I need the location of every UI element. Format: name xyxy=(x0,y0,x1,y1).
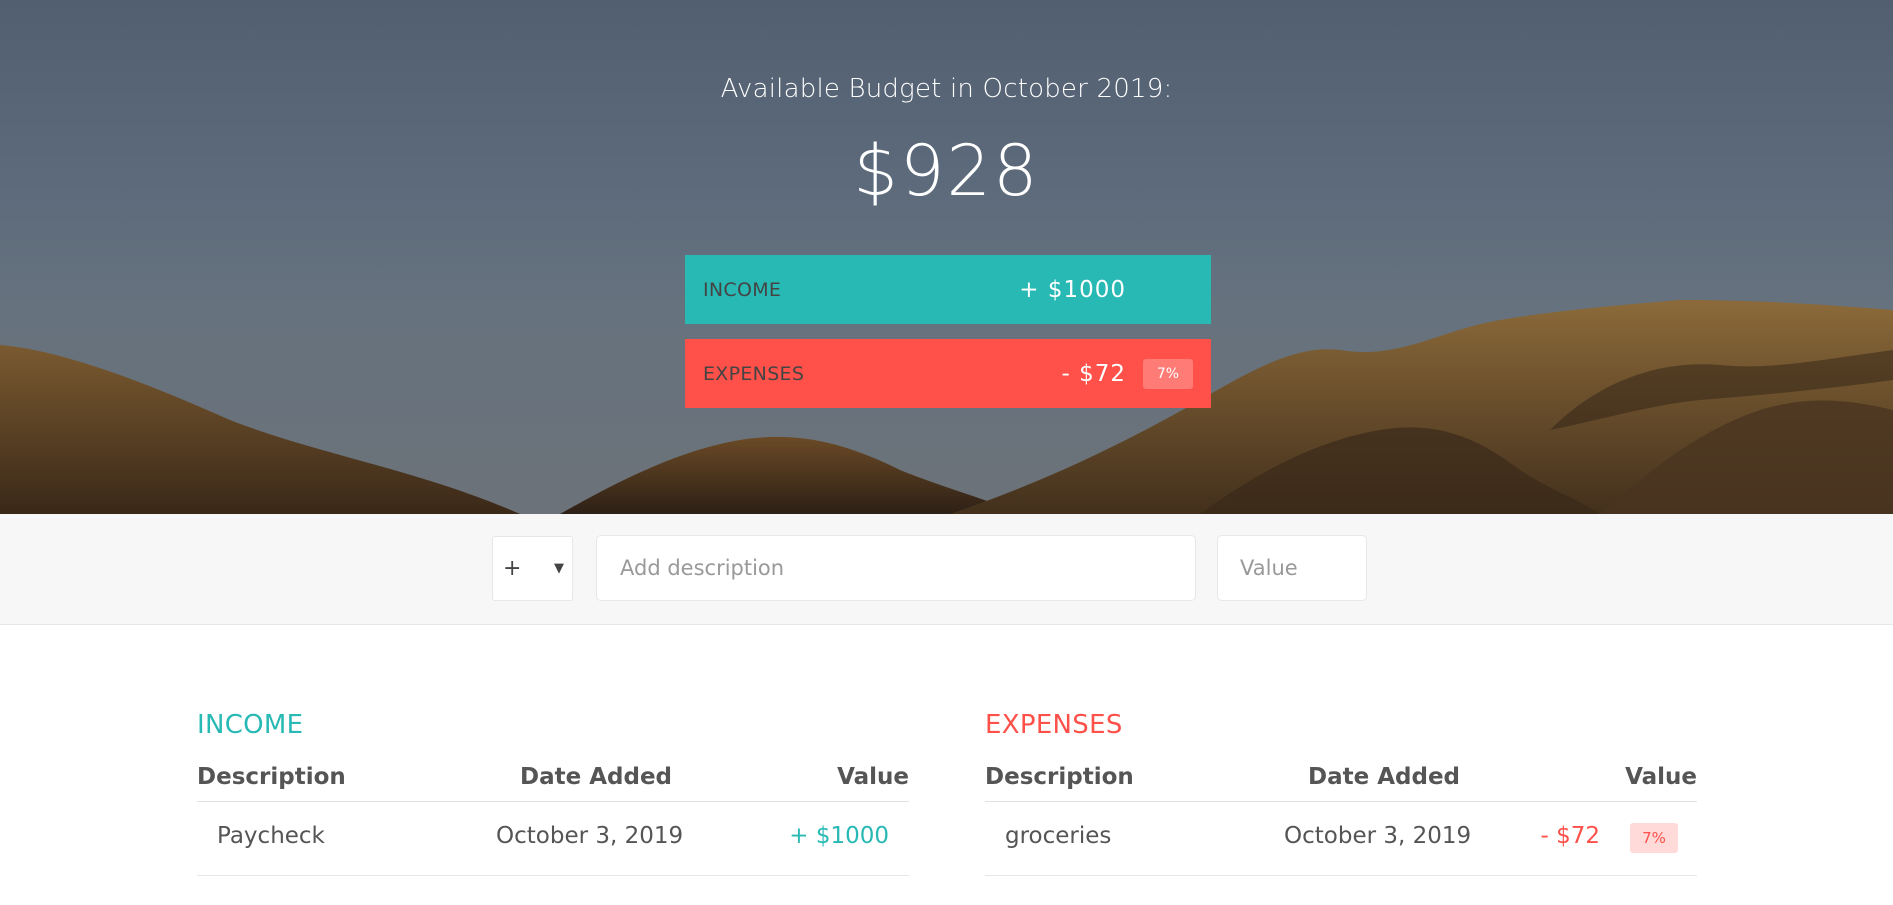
expenses-list: Expenses Description Date Added Value gr… xyxy=(985,710,1697,876)
expense-row-date: October 3, 2019 xyxy=(1284,823,1472,849)
income-row-value: + $1000 xyxy=(789,823,889,849)
income-list: Income Description Date Added Value Payc… xyxy=(197,710,909,876)
income-header-description: Description xyxy=(197,764,346,790)
budget-title: Available Budget in October 2019: xyxy=(720,74,1173,104)
expense-row-percentage-badge: 7% xyxy=(1630,823,1678,853)
income-list-header: Description Date Added Value xyxy=(197,758,909,802)
expenses-summary-value: - $72 xyxy=(1061,360,1126,387)
expenses-summary-label: Expenses xyxy=(703,362,805,385)
description-input[interactable]: Add description xyxy=(596,535,1196,601)
value-input[interactable]: Value xyxy=(1217,535,1367,601)
income-header-date: Date Added xyxy=(520,764,673,790)
type-select-value: + xyxy=(503,556,522,581)
budget-value: $928 xyxy=(853,130,1040,212)
income-list-title: Income xyxy=(197,710,304,740)
income-row-description: Paycheck xyxy=(217,823,325,849)
expenses-header-value: Value xyxy=(1625,764,1697,790)
type-select[interactable]: + ▼ xyxy=(492,536,573,601)
income-header-value: Value xyxy=(837,764,909,790)
expenses-header-description: Description xyxy=(985,764,1134,790)
income-summary-label: Income xyxy=(703,278,782,301)
expenses-header-date: Date Added xyxy=(1308,764,1461,790)
budget-header: Available Budget in October 2019: $928 I… xyxy=(0,0,1893,514)
income-summary-value: + $1000 xyxy=(1019,276,1126,303)
expenses-list-header: Description Date Added Value xyxy=(985,758,1697,802)
add-item-bar: + ▼ Add description Value xyxy=(0,514,1893,625)
expense-row-description: groceries xyxy=(1005,823,1112,849)
income-row-date: October 3, 2019 xyxy=(496,823,684,849)
triangle-down-icon: ▼ xyxy=(554,561,564,576)
income-summary: Income + $1000 xyxy=(685,255,1211,324)
expense-row[interactable]: groceries October 3, 2019 - $72 7% xyxy=(985,802,1697,876)
expenses-list-title: Expenses xyxy=(985,710,1123,740)
expenses-percentage-badge: 7% xyxy=(1143,358,1193,389)
expense-row-value: - $72 xyxy=(1540,823,1600,849)
expenses-summary: Expenses - $72 7% xyxy=(685,339,1211,408)
income-row[interactable]: Paycheck October 3, 2019 + $1000 xyxy=(197,802,909,876)
